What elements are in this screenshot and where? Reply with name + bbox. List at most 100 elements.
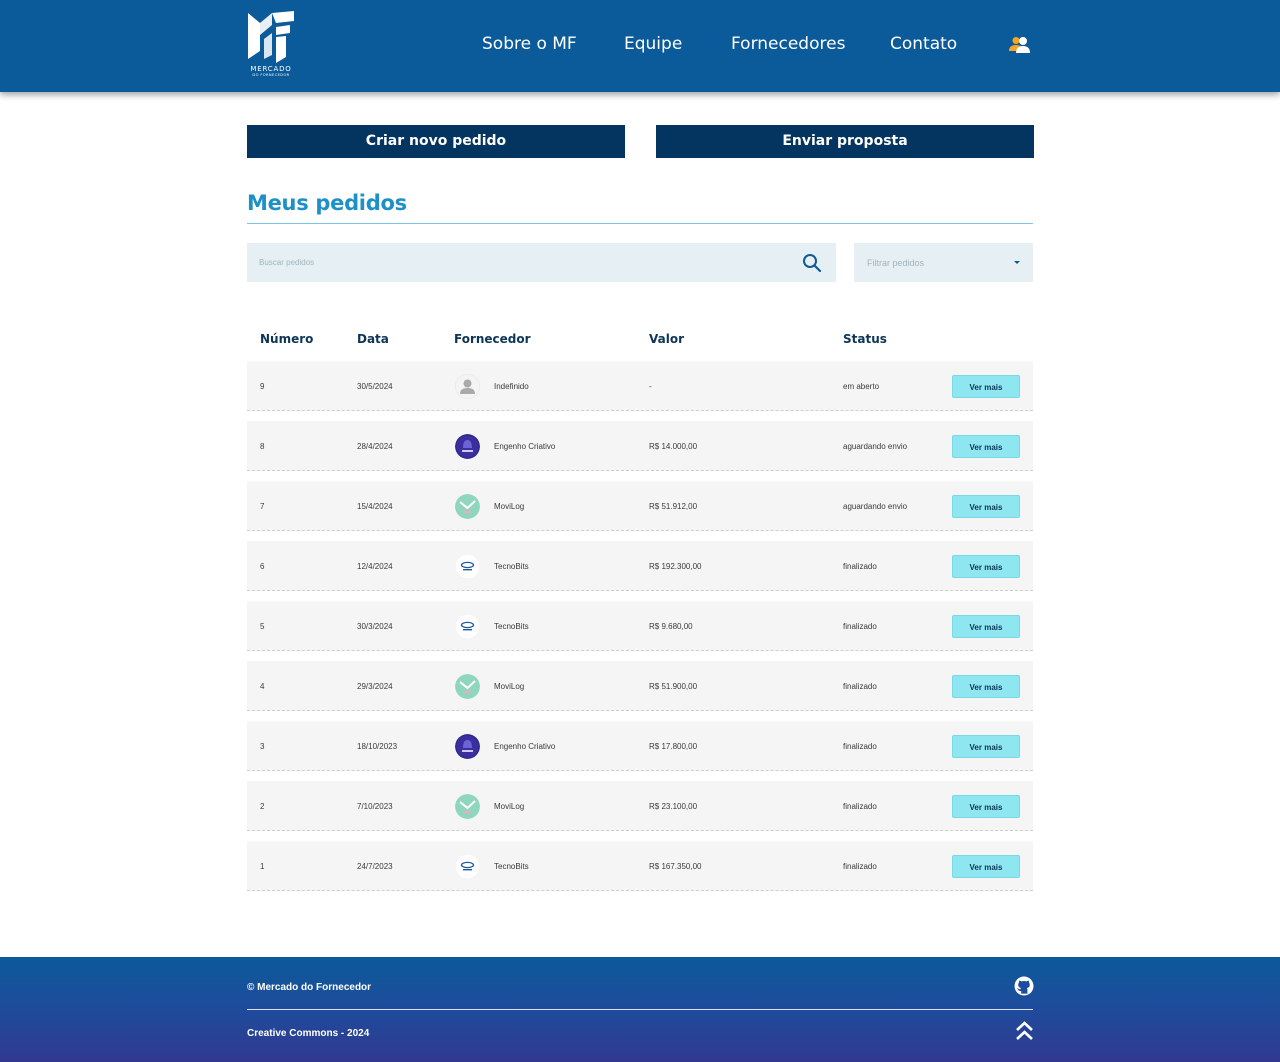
supplier-name: Engenho Criativo [494,742,556,751]
title-divider [247,223,1033,224]
ver-mais-button[interactable]: Ver mais [952,675,1020,698]
nav-contato[interactable]: Contato [890,34,957,54]
footer-divider [247,1009,1033,1010]
order-number: 3 [260,742,265,751]
table-row: 8 28/4/2024 Engenho Criativo R$ 14.000,00 ag… [247,421,1033,471]
table-row: 3 18/10/2023 Engenho Criativo R$ 17.800,00 f… [247,721,1033,771]
ver-mais-button[interactable]: Ver mais [952,375,1020,398]
column-header-fornecedor: Fornecedor [454,332,531,346]
table-row: 4 29/3/2024 MoviLog R$ 51.900,00 finalizado V… [247,661,1033,711]
engenho-criativo-logo [455,434,480,459]
filter-label: Filtrar pedidos [867,258,925,268]
filter-orders-dropdown[interactable]: Filtrar pedidos [854,243,1033,282]
order-status: finalizado [843,622,877,631]
order-status: em aberto [843,382,880,391]
logo-text: MERCADO [250,65,292,73]
column-header-valor: Valor [649,332,685,346]
table-row: 7 15/4/2024 MoviLog R$ 51.912,00 aguardando … [247,481,1033,531]
order-date: 12/4/2024 [357,562,393,571]
order-value: R$ 23.100,00 [649,802,698,811]
column-header-data: Data [357,332,389,346]
order-date: 29/3/2024 [357,682,393,691]
supplier-name: TecnoBits [494,862,529,871]
ver-mais-button[interactable]: Ver mais [952,795,1020,818]
order-value: R$ 51.900,00 [649,682,698,691]
tecnobits-logo [455,554,480,579]
order-value: R$ 9.680,00 [649,622,693,631]
supplier-name: MoviLog [494,502,525,511]
search-bar [247,243,836,282]
order-number: 4 [260,682,265,691]
order-number: 2 [260,802,265,811]
order-number: 8 [260,442,265,451]
order-value: R$ 14.000,00 [649,442,698,451]
column-header-status: Status [843,332,887,346]
order-number: 7 [260,502,265,511]
order-value: R$ 17.800,00 [649,742,698,751]
table-row: 6 12/4/2024 TecnoBits R$ 192.300,00 finaliza… [247,541,1033,591]
order-value: - [649,382,652,391]
double-chevron-up-icon[interactable] [1015,1021,1034,1041]
footer-copyright: © Mercado do Fornecedor [247,982,372,993]
top-navbar: MERCADO DO FORNECEDOR Sobre o MF Equipe … [0,0,1280,92]
order-date: 28/4/2024 [357,442,393,451]
movilog-logo [455,794,480,819]
nav-sobre[interactable]: Sobre o MF [482,34,577,54]
footer: © Mercado do Fornecedor Creative Commons… [0,957,1280,1062]
logo-subtext: DO FORNECEDOR [252,73,290,77]
send-proposal-button[interactable]: Enviar proposta [656,125,1034,158]
table-row: 1 24/7/2023 TecnoBits R$ 167.350,00 finaliza… [247,841,1033,891]
page-title: Meus pedidos [247,191,407,215]
movilog-logo [455,674,480,699]
order-status: finalizado [843,742,877,751]
table-row: 9 30/5/2024 Indefinido - em aberto Ver mais [247,361,1033,411]
search-input[interactable] [259,243,779,282]
tecnobits-logo [455,614,480,639]
order-value: R$ 192.300,00 [649,562,702,571]
table-row: 2 7/10/2023 MoviLog R$ 23.100,00 finalizado V… [247,781,1033,831]
table-row: 5 30/3/2024 TecnoBits R$ 9.680,00 finalizado… [247,601,1033,651]
order-number: 5 [260,622,265,631]
order-status: finalizado [843,682,877,691]
order-date: 24/7/2023 [357,862,393,871]
nav-fornecedores[interactable]: Fornecedores [731,34,845,54]
users-icon[interactable] [1009,36,1031,54]
ver-mais-button[interactable]: Ver mais [952,615,1020,638]
github-icon[interactable] [1014,976,1034,996]
mf-logo-icon [248,11,294,63]
order-number: 9 [260,382,265,391]
movilog-logo [455,494,480,519]
nav-equipe[interactable]: Equipe [624,34,682,54]
order-date: 30/5/2024 [357,382,393,391]
supplier-name: MoviLog [494,802,525,811]
order-value: R$ 167.350,00 [649,862,702,871]
ver-mais-button[interactable]: Ver mais [952,495,1020,518]
ver-mais-button[interactable]: Ver mais [952,555,1020,578]
ver-mais-button[interactable]: Ver mais [952,435,1020,458]
ver-mais-button[interactable]: Ver mais [952,855,1020,878]
engenho-criativo-logo [455,734,480,759]
search-icon[interactable] [802,253,822,273]
order-value: R$ 51.912,00 [649,502,698,511]
supplier-name: MoviLog [494,682,525,691]
order-status: finalizado [843,862,877,871]
order-date: 15/4/2024 [357,502,393,511]
order-number: 6 [260,562,265,571]
column-header-numero: Número [260,332,314,346]
order-status: aguardando envio [843,442,908,451]
order-status: aguardando envio [843,502,908,511]
supplier-name: TecnoBits [494,622,529,631]
order-date: 7/10/2023 [357,802,393,811]
supplier-name: Indefinido [494,382,529,391]
order-status: finalizado [843,802,877,811]
supplier-name: Engenho Criativo [494,442,556,451]
footer-license: Creative Commons - 2024 [247,1028,370,1039]
supplier-name: TecnoBits [494,562,529,571]
create-order-button[interactable]: Criar novo pedido [247,125,625,158]
order-date: 30/3/2024 [357,622,393,631]
order-status: finalizado [843,562,877,571]
tecnobits-logo [455,854,480,879]
ver-mais-button[interactable]: Ver mais [952,735,1020,758]
order-number: 1 [260,862,265,871]
mercado-do-fornecedor-logo[interactable]: MERCADO DO FORNECEDOR [246,11,296,81]
